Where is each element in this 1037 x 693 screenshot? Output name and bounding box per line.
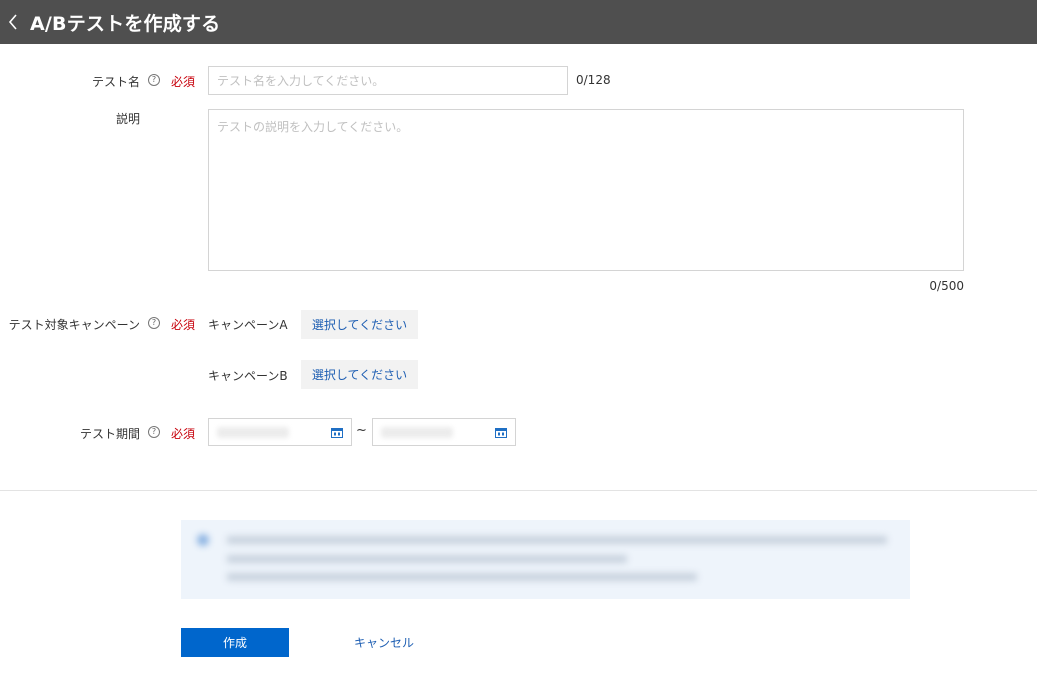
back-button[interactable]: [0, 0, 26, 44]
campaign-a-label: キャンペーンA: [208, 318, 288, 332]
notice-redacted-content: [181, 520, 910, 599]
start-date-input[interactable]: [208, 418, 352, 446]
section-divider: [0, 490, 1037, 491]
campaign-b-select-button[interactable]: 選択してください: [301, 360, 418, 389]
cancel-link[interactable]: キャンセル: [354, 634, 414, 651]
description-textarea[interactable]: [208, 109, 964, 271]
campaigns-label: テスト対象キャンペーン: [8, 318, 140, 332]
test-name-input[interactable]: [208, 66, 568, 95]
test-name-label: テスト名: [91, 75, 140, 89]
description-label: 説明: [115, 112, 140, 126]
notice-box: [181, 520, 910, 599]
date-range-separator: ~: [356, 423, 367, 438]
chevron-left-icon: [8, 14, 17, 30]
help-icon[interactable]: ?: [148, 317, 160, 329]
campaign-a-select-button[interactable]: 選択してください: [301, 310, 418, 339]
info-icon: [197, 534, 209, 546]
required-badge: 必須: [171, 75, 196, 89]
start-date-value: [217, 427, 289, 438]
test-name-counter: 0/128: [576, 73, 611, 87]
help-icon[interactable]: ?: [148, 426, 160, 438]
create-button[interactable]: 作成: [181, 628, 289, 657]
end-date-value: [381, 427, 453, 438]
end-date-input[interactable]: [372, 418, 516, 446]
description-counter: 0/500: [929, 279, 964, 293]
required-badge: 必須: [171, 427, 196, 441]
help-icon[interactable]: ?: [148, 74, 160, 86]
calendar-icon[interactable]: [495, 427, 507, 438]
page-title: A/Bテストを作成する: [30, 12, 221, 35]
campaign-b-label: キャンペーンB: [208, 369, 288, 383]
page-header: A/Bテストを作成する: [0, 0, 1037, 44]
required-badge: 必須: [171, 318, 196, 332]
calendar-icon[interactable]: [331, 427, 343, 438]
period-label: テスト期間: [79, 427, 140, 441]
